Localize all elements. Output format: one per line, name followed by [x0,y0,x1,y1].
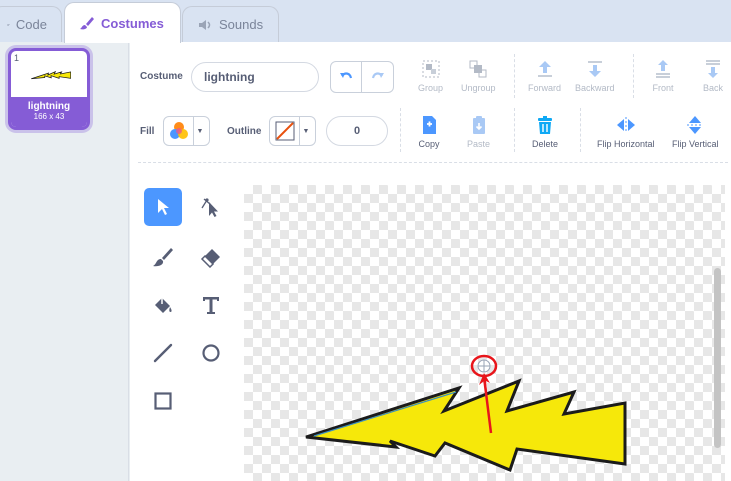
back-button[interactable]: Back [702,58,724,93]
flip-horizontal-icon [616,117,635,133]
outline-color-picker[interactable]: ▼ [269,116,316,146]
costume-name-input[interactable]: lightning [191,62,319,92]
tab-code-label: Code [15,17,47,32]
costume-thumbnail [31,70,71,80]
rectangle-tool[interactable] [144,382,182,420]
delete-button[interactable]: Delete [532,114,558,149]
crosshair-icon [477,359,491,373]
forward-button[interactable]: Forward [528,58,561,93]
reshape-tool[interactable] [192,188,230,226]
back-label: Back [702,83,723,93]
front-label: Front [652,83,674,93]
code-icon [7,23,10,26]
toolbar-divider [138,162,728,163]
brush-icon [153,248,173,267]
text-icon [203,297,219,314]
paste-label: Paste [467,139,491,149]
brush-icon [80,17,94,30]
costume-name: lightning [27,101,71,112]
copy-icon [423,116,436,134]
outline-label: Outline [227,126,262,137]
chevron-down-icon: ▼ [196,127,204,135]
toolbar-separator [514,54,515,98]
delete-label: Delete [532,139,559,149]
front-button[interactable]: Front [652,58,674,93]
undo-button[interactable] [330,61,362,93]
text-tool[interactable] [192,286,230,324]
line-icon [153,343,173,363]
costume-list: 1 lightning 166 x 43 [0,42,129,481]
undo-redo-group [330,61,395,93]
canvas-content [305,354,627,473]
drawing-canvas[interactable] [244,185,725,481]
toolbar-separator [514,108,515,152]
copy-button[interactable]: Copy [418,114,440,149]
chevron-down-icon: ▼ [302,127,310,135]
fill-tool[interactable] [144,286,182,324]
costume-card-footer: lightning 166 x 43 [11,97,87,127]
paint-editor: Costume lightning Group Ungroup Forward … [130,42,731,481]
trash-icon [538,116,552,134]
fill-swatch [164,117,194,145]
color-circles-icon [169,122,188,139]
outline-swatch [270,117,300,145]
circle-icon [202,344,220,362]
vertical-scrollbar[interactable] [714,268,721,448]
toolbar-separator [400,108,401,152]
costume-size: 166 x 43 [33,112,65,121]
speaker-icon [199,19,211,30]
eraser-tool[interactable] [192,238,230,276]
arrow-pointer-icon [158,199,169,215]
paste-icon [472,116,485,134]
no-color-icon [275,121,294,141]
rectangle-icon [154,392,172,410]
tab-costumes-label: Costumes [101,15,164,31]
redo-icon [371,72,384,79]
paste-button[interactable]: Paste [467,114,490,149]
flip-vertical-button[interactable]: Flip Vertical [672,114,719,149]
ungroup-icon [469,60,487,78]
copy-label: Copy [418,139,440,149]
select-tool[interactable] [144,188,182,226]
flip-vertical-label: Flip Vertical [672,139,719,149]
group-icon [422,60,439,78]
group-label: Group [418,83,444,93]
costume-number: 1 [14,53,20,63]
back-icon [706,60,720,78]
reshape-icon [201,198,218,217]
outline-width-input[interactable]: 0 [326,116,388,146]
flip-horizontal-button[interactable]: Flip Horizontal [597,114,655,149]
costume-label: Costume [140,71,183,82]
backward-label: Backward [575,83,615,93]
redo-button[interactable] [362,61,394,93]
costume-item-lightning[interactable]: 1 lightning 166 x 43 [8,48,90,130]
backward-icon [587,61,602,77]
ungroup-button[interactable]: Ungroup [461,58,496,93]
tab-code[interactable]: Code [0,6,62,42]
line-tool[interactable] [144,334,182,372]
fill-label: Fill [140,126,155,137]
toolbar-separator [633,54,634,98]
flip-horizontal-label: Flip Horizontal [597,139,655,149]
flip-vertical-icon [687,116,704,134]
lightning-bolt [305,378,627,473]
paint-bucket-icon [155,298,172,313]
ungroup-label: Ungroup [461,83,496,93]
front-icon [656,60,670,78]
forward-icon [537,61,552,77]
tab-sounds[interactable]: Sounds [182,6,279,42]
tab-costumes[interactable]: Costumes [64,2,181,43]
brush-tool[interactable] [144,238,182,276]
group-button[interactable]: Group [418,58,443,93]
circle-tool[interactable] [192,334,230,372]
tab-sounds-label: Sounds [219,17,264,32]
fill-color-picker[interactable]: ▼ [163,116,210,146]
forward-label: Forward [528,83,562,93]
undo-icon [340,72,353,79]
toolbar-separator [580,108,581,152]
editor-tabs: Code Costumes Sounds [0,0,731,43]
backward-button[interactable]: Backward [575,58,615,93]
eraser-icon [200,249,220,268]
